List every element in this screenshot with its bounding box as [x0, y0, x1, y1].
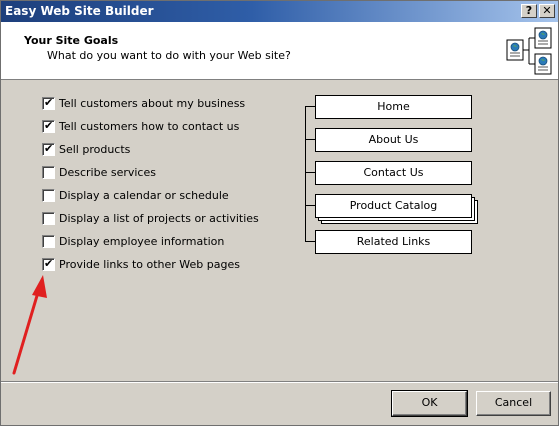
- site-pages-icon: [506, 27, 552, 75]
- site-map-page: Home: [315, 95, 472, 119]
- page-subtitle: What do you want to do with your Web sit…: [47, 49, 291, 62]
- check-mark-icon: ✔: [44, 118, 54, 132]
- goal-label: Describe services: [59, 165, 156, 179]
- title-bar[interactable]: Easy Web Site Builder ? ✕: [1, 1, 558, 22]
- goal-label: Display a list of projects or activities: [59, 211, 259, 225]
- goal-checkbox-row[interactable]: ✔ Sell products: [42, 141, 130, 157]
- check-mark-icon: ✔: [44, 95, 54, 109]
- goal-checkbox[interactable]: [42, 188, 55, 202]
- goal-label: Display employee information: [59, 234, 225, 248]
- goal-label: Sell products: [59, 142, 131, 156]
- goal-checkbox[interactable]: ✔: [42, 95, 55, 110]
- goal-label: Tell customers about my business: [59, 96, 246, 110]
- check-mark-icon: ✔: [44, 256, 54, 270]
- site-map-page: Related Links: [315, 230, 472, 254]
- footer-separator: [1, 381, 558, 383]
- goal-checkbox[interactable]: [42, 211, 55, 225]
- help-button[interactable]: ?: [521, 4, 537, 18]
- goal-checkbox-row[interactable]: ✔ Tell customers about my business: [42, 95, 245, 111]
- goal-checkbox-row[interactable]: Describe services: [42, 164, 156, 180]
- goal-checkbox-row[interactable]: Display a calendar or schedule: [42, 187, 229, 203]
- dialog-window: Easy Web Site Builder ? ✕ Your Site Goal…: [0, 0, 559, 426]
- goal-checkbox-row[interactable]: ✔ Provide links to other Web pages: [42, 256, 240, 272]
- goal-checkbox[interactable]: ✔: [42, 256, 55, 271]
- goal-checkbox[interactable]: [42, 234, 55, 248]
- site-map-page: Product Catalog: [315, 194, 472, 218]
- goal-label: Tell customers how to contact us: [59, 119, 240, 133]
- page-title: Your Site Goals: [24, 34, 119, 47]
- goal-checkbox-row[interactable]: Display a list of projects or activities: [42, 210, 259, 226]
- wizard-header: Your Site Goals What do you want to do w…: [1, 22, 558, 80]
- goal-checkbox[interactable]: [42, 165, 55, 179]
- close-button[interactable]: ✕: [539, 4, 555, 18]
- site-map-trunk: [305, 106, 306, 242]
- goal-checkbox[interactable]: ✔: [42, 118, 55, 133]
- ok-button[interactable]: OK: [391, 390, 468, 417]
- cancel-button[interactable]: Cancel: [476, 391, 551, 416]
- window-title: Easy Web Site Builder: [5, 4, 154, 18]
- site-map-page: Contact Us: [315, 161, 472, 185]
- goal-checkbox[interactable]: ✔: [42, 141, 55, 156]
- goal-checkbox-row[interactable]: Display employee information: [42, 233, 224, 249]
- goal-label: Display a calendar or schedule: [59, 188, 229, 202]
- goal-label: Provide links to other Web pages: [59, 257, 240, 271]
- check-mark-icon: ✔: [44, 141, 54, 155]
- goal-checkbox-row[interactable]: ✔ Tell customers how to contact us: [42, 118, 239, 134]
- site-map-page: About Us: [315, 128, 472, 152]
